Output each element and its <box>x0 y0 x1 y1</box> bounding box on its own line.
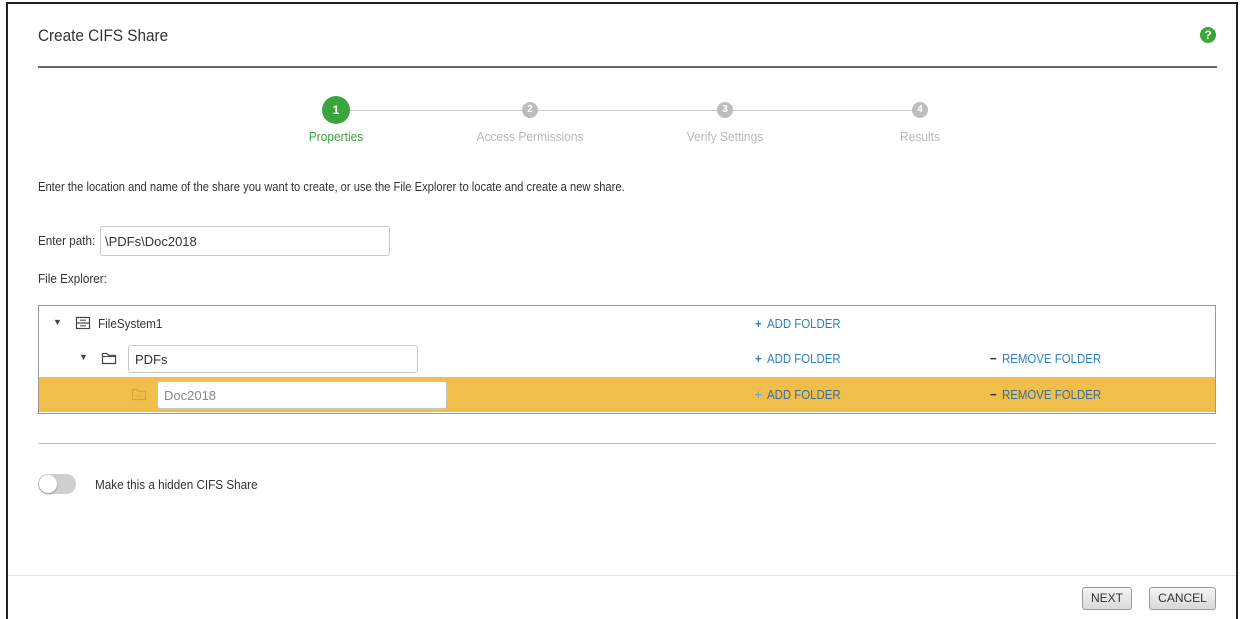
add-folder-button[interactable]: + ADD FOLDER <box>755 316 841 331</box>
folder-name-input[interactable] <box>157 381 447 409</box>
cancel-button[interactable]: CANCEL <box>1149 587 1216 610</box>
filesystem-icon <box>75 316 91 330</box>
next-button[interactable]: NEXT <box>1082 587 1132 610</box>
folder-name-input[interactable] <box>128 345 418 373</box>
question-icon[interactable]: ? <box>1200 27 1216 43</box>
expand-caret-icon[interactable]: ▼ <box>53 317 62 327</box>
step-3-indicator: 3 <box>717 102 733 118</box>
hidden-share-toggle[interactable] <box>38 474 76 494</box>
tree-row-doc2018[interactable]: +ADD FOLDER −REMOVE FOLDER <box>39 377 1215 412</box>
remove-folder-button[interactable]: − REMOVE FOLDER <box>990 387 1101 402</box>
step-1-label: Properties <box>308 129 364 144</box>
hidden-share-label: Make this a hidden CIFS Share <box>95 477 258 492</box>
step-2-indicator: 2 <box>522 102 538 118</box>
share-folder-icon <box>131 388 147 401</box>
instructions-text: Enter the location and name of the share… <box>38 179 625 194</box>
folder-icon <box>101 352 117 365</box>
expand-caret-icon[interactable]: ▼ <box>79 352 88 362</box>
section-divider <box>38 443 1216 444</box>
step-3-label: Verify Settings <box>686 129 764 144</box>
step-4-label: Results <box>900 129 940 144</box>
dialog-title: Create CIFS Share <box>38 26 169 45</box>
path-input[interactable] <box>100 226 390 256</box>
toggle-knob <box>39 475 57 493</box>
tree-row-pdfs[interactable]: ▼ +ADD FOLDER −REMOVE FOLDER <box>39 341 1215 376</box>
step-connector <box>350 110 522 111</box>
step-connector <box>538 110 717 111</box>
file-explorer-label: File Explorer: <box>38 271 107 286</box>
step-2-label: Access Permissions <box>476 129 584 144</box>
footer-divider <box>8 575 1236 576</box>
path-label: Enter path: <box>38 233 96 248</box>
add-folder-button[interactable]: + ADD FOLDER <box>755 387 841 402</box>
step-4-indicator: 4 <box>912 102 928 118</box>
step-1-indicator: 1 <box>322 96 350 124</box>
add-folder-button[interactable]: + ADD FOLDER <box>755 351 841 366</box>
tree-item-label: FileSystem1 <box>98 316 163 331</box>
title-divider <box>38 66 1217 68</box>
tree-row-filesystem[interactable]: ▼ FileSystem1 + ADD FOLDER <box>39 306 1215 341</box>
file-explorer-tree: ▼ FileSystem1 +ADD FOLDER ▼ +ADD FOLDER … <box>38 305 1216 414</box>
remove-folder-button[interactable]: − REMOVE FOLDER <box>990 351 1101 366</box>
step-connector <box>733 110 912 111</box>
